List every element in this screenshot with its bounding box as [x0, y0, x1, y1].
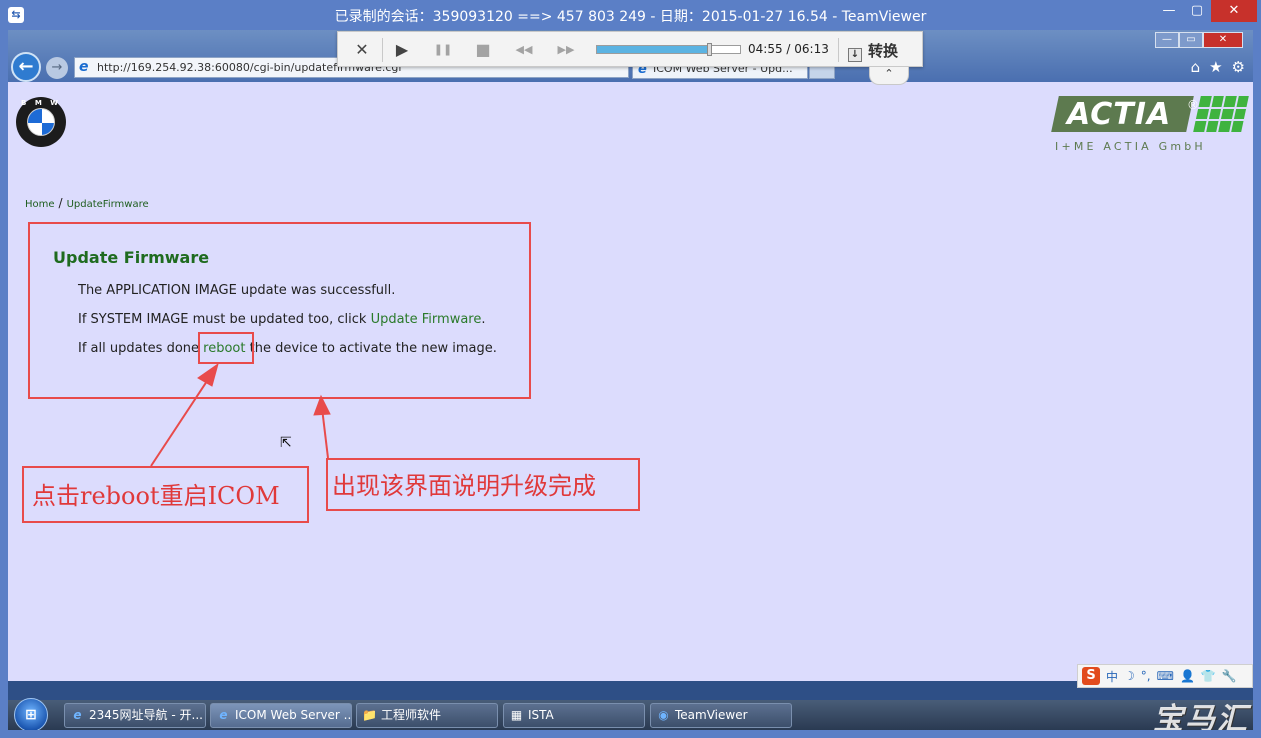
- window-controls: — ▢ ✕: [1155, 0, 1257, 22]
- maximize-button[interactable]: ▢: [1183, 0, 1211, 22]
- annotation-right-note: 出现该界面说明升级完成: [332, 472, 596, 500]
- taskbar-item-label: ICOM Web Server ...: [235, 708, 352, 722]
- convert-label: 转换: [868, 42, 899, 60]
- close-playback-button[interactable]: ✕: [352, 40, 372, 60]
- ime-user-icon[interactable]: 👤: [1180, 669, 1195, 683]
- play-button[interactable]: ▶: [392, 40, 412, 60]
- start-button[interactable]: ⊞: [14, 698, 48, 732]
- actia-logo: ACTIA ® I+ME ACTIA GmbH: [1051, 96, 1249, 156]
- minimize-button[interactable]: —: [1155, 0, 1183, 22]
- actia-grid-mark: [1193, 96, 1249, 132]
- rewind-button[interactable]: ◀◀: [514, 40, 534, 60]
- breadcrumb-home-link[interactable]: Home: [25, 199, 55, 210]
- taskbar-item-teamviewer[interactable]: ◉ TeamViewer: [650, 703, 792, 728]
- ime-skin-icon[interactable]: 👕: [1201, 669, 1216, 683]
- window-border-right: [1253, 30, 1261, 730]
- annotation-reboot-box: [198, 332, 254, 364]
- ie-icon: e: [79, 59, 89, 75]
- taskbar-item-label: 2345网址导航 - 开...: [89, 708, 203, 722]
- playback-progress-handle[interactable]: [707, 43, 712, 56]
- teamviewer-title-bar: ⇆ 已录制的会话：359093120 ==> 457 803 249 - 日期：…: [0, 0, 1261, 30]
- playback-toolbar: ✕ ▶ ❚❚ ■ ◀◀ ▶▶ 04:55 / 06:13 ↓ 转换: [337, 31, 923, 67]
- ie-icon: e: [73, 708, 82, 722]
- window-title: 已录制的会话：359093120 ==> 457 803 249 - 日期：20…: [334, 9, 927, 25]
- convert-button[interactable]: ↓ 转换: [848, 40, 898, 62]
- remote-screen: ← → e http://169.254.92.38:60080/cgi-bin…: [8, 30, 1253, 707]
- playback-progress-fill: [597, 46, 709, 53]
- teamviewer-icon: ◉: [658, 708, 669, 722]
- windows-taskbar: ⊞ e 2345网址导航 - 开... e ICOM Web Server ..…: [8, 698, 1253, 737]
- taskbar-item-label: ISTA: [528, 708, 554, 722]
- window-border-left: [0, 30, 8, 730]
- ime-keyboard-icon[interactable]: ⌨: [1157, 669, 1174, 683]
- home-icon[interactable]: ⌂: [1191, 58, 1201, 76]
- close-button[interactable]: ✕: [1211, 0, 1257, 22]
- taskbar-item-label: TeamViewer: [675, 708, 748, 722]
- ista-icon: ▦: [510, 708, 523, 722]
- taskbar-item-2345[interactable]: e 2345网址导航 - 开...: [64, 703, 206, 728]
- pause-button[interactable]: ❚❚: [433, 40, 453, 60]
- ime-settings-icon[interactable]: 🔧: [1222, 669, 1237, 683]
- favorites-icon[interactable]: ★: [1209, 58, 1222, 76]
- collapse-toolbar-button[interactable]: ⌃: [869, 67, 909, 85]
- back-button[interactable]: ←: [11, 52, 41, 82]
- stop-button[interactable]: ■: [473, 40, 493, 60]
- download-icon: ↓: [848, 48, 862, 62]
- breadcrumb-separator: /: [58, 196, 63, 210]
- tools-gear-icon[interactable]: ⚙: [1232, 58, 1245, 76]
- actia-logo-word: ACTIA: [1067, 97, 1172, 132]
- browser-tools: ⌂ ★ ⚙: [1191, 58, 1245, 76]
- taskbar-item-ista[interactable]: ▦ ISTA: [503, 703, 645, 728]
- taskbar-item-engineer-software[interactable]: 📁 工程师软件: [356, 703, 498, 728]
- forward-button[interactable]: →: [46, 57, 68, 79]
- browser-window-controls: — ▭ ✕: [1155, 32, 1243, 48]
- ime-punctuation-icon[interactable]: °,: [1141, 669, 1151, 683]
- taskbar-item-icom[interactable]: e ICOM Web Server ...: [210, 703, 352, 728]
- browser-minimize-button[interactable]: —: [1155, 32, 1179, 48]
- ime-toolbar: S 中 ☽ °, ⌨ 👤 👕 🔧: [1077, 664, 1253, 688]
- annotation-content-box: [28, 222, 531, 399]
- sogou-ime-icon[interactable]: S: [1082, 667, 1100, 685]
- breadcrumb-current-link[interactable]: UpdateFirmware: [67, 199, 149, 210]
- browser-maximize-button[interactable]: ▭: [1179, 32, 1203, 48]
- window-border-bottom: [0, 730, 1261, 738]
- ime-moon-icon[interactable]: ☽: [1124, 669, 1135, 683]
- folder-icon: 📁: [362, 708, 377, 722]
- bmw-logo-text: B M W: [21, 99, 61, 107]
- mouse-cursor: ⇱: [280, 435, 292, 451]
- breadcrumb: Home / UpdateFirmware: [25, 196, 149, 210]
- browser-close-button[interactable]: ✕: [1203, 32, 1243, 48]
- fast-forward-button[interactable]: ▶▶: [556, 40, 576, 60]
- playback-progress-bar[interactable]: [596, 43, 741, 56]
- ie-icon: e: [219, 708, 228, 722]
- bmw-logo: B M W: [16, 97, 66, 147]
- ime-chinese-mode[interactable]: 中: [1106, 668, 1118, 685]
- taskbar-item-label: 工程师软件: [381, 708, 442, 722]
- playback-time: 04:55 / 06:13: [748, 42, 829, 56]
- annotation-left-note: 点击reboot重启ICOM: [32, 482, 280, 510]
- actia-subtitle: I+ME ACTIA GmbH: [1055, 140, 1206, 153]
